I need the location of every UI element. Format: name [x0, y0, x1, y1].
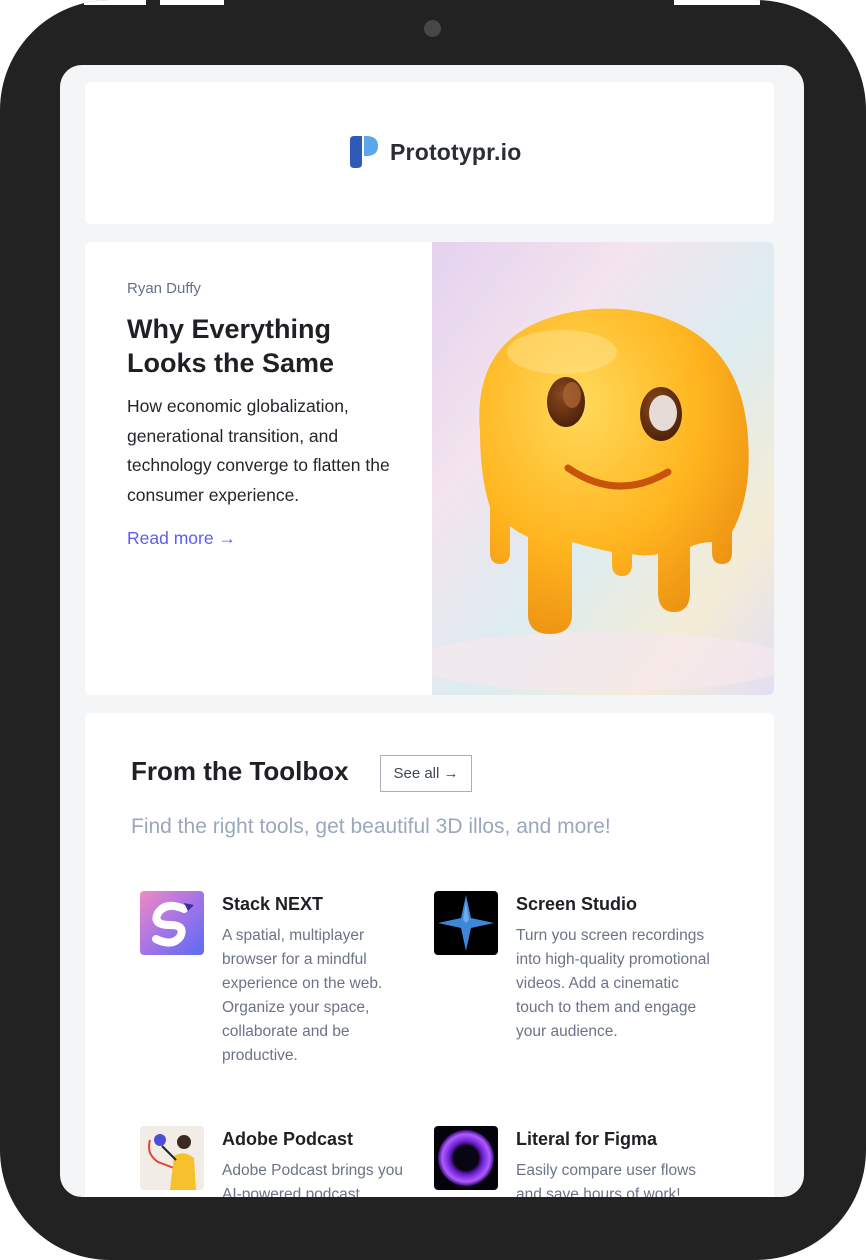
article-author: Ryan Duffy	[127, 280, 201, 297]
email-screen[interactable]: Prototypr.io Ryan Duffy Why Everything L…	[60, 65, 804, 1197]
toolbox-title: From the Toolbox	[131, 756, 349, 786]
stack-next-icon	[140, 891, 204, 955]
prototypr-logo-icon	[350, 136, 378, 168]
article-description: How economic globalization, generational…	[127, 396, 390, 505]
toolbox-section: From the Toolbox See all → Find the righ…	[85, 713, 774, 1197]
screen-studio-icon	[434, 891, 498, 955]
tool-name[interactable]: Adobe Podcast	[222, 1129, 353, 1150]
hardware-button	[160, 0, 224, 5]
tool-name[interactable]: Screen Studio	[516, 894, 637, 915]
melting-smiley-illustration	[432, 242, 774, 695]
brand-name: Prototypr.io	[390, 138, 522, 165]
tool-item-adobe-podcast[interactable]: Adobe Podcast Adobe Podcast brings you A…	[140, 1126, 430, 1197]
toolbox-subtitle: Find the right tools, get beautiful 3D i…	[131, 815, 611, 838]
hardware-button	[84, 0, 146, 5]
literal-figma-icon	[434, 1126, 498, 1190]
header-card: Prototypr.io	[85, 82, 774, 224]
adobe-podcast-icon	[140, 1126, 204, 1190]
tool-item-stack-next[interactable]: Stack NEXT A spatial, multiplayer browse…	[140, 891, 430, 1081]
hardware-button	[674, 0, 760, 5]
tool-item-literal-figma[interactable]: Literal for Figma Easily compare user fl…	[434, 1126, 724, 1197]
tool-description: Easily compare user flows and save hours…	[516, 1162, 697, 1197]
featured-article-card: Ryan Duffy Why Everything Looks the Same…	[85, 242, 774, 695]
tool-item-screen-studio[interactable]: Screen Studio Turn you screen recordings…	[434, 891, 724, 1081]
article-title[interactable]: Why Everything Looks the Same	[127, 312, 387, 380]
read-more-link[interactable]: Read more →	[127, 528, 236, 549]
tool-description: A spatial, multiplayer browser for a min…	[222, 927, 383, 1064]
see-all-button[interactable]: See all →	[380, 755, 472, 792]
brand-logo[interactable]: Prototypr.io	[348, 132, 521, 172]
camera-icon	[424, 20, 441, 37]
tool-name[interactable]: Stack NEXT	[222, 894, 323, 915]
tool-description: Adobe Podcast brings you AI-powered podc…	[222, 1162, 403, 1197]
tablet-frame: Prototypr.io Ryan Duffy Why Everything L…	[0, 0, 866, 1260]
tool-description: Turn you screen recordings into high-qua…	[516, 927, 710, 1040]
tool-name[interactable]: Literal for Figma	[516, 1129, 657, 1150]
